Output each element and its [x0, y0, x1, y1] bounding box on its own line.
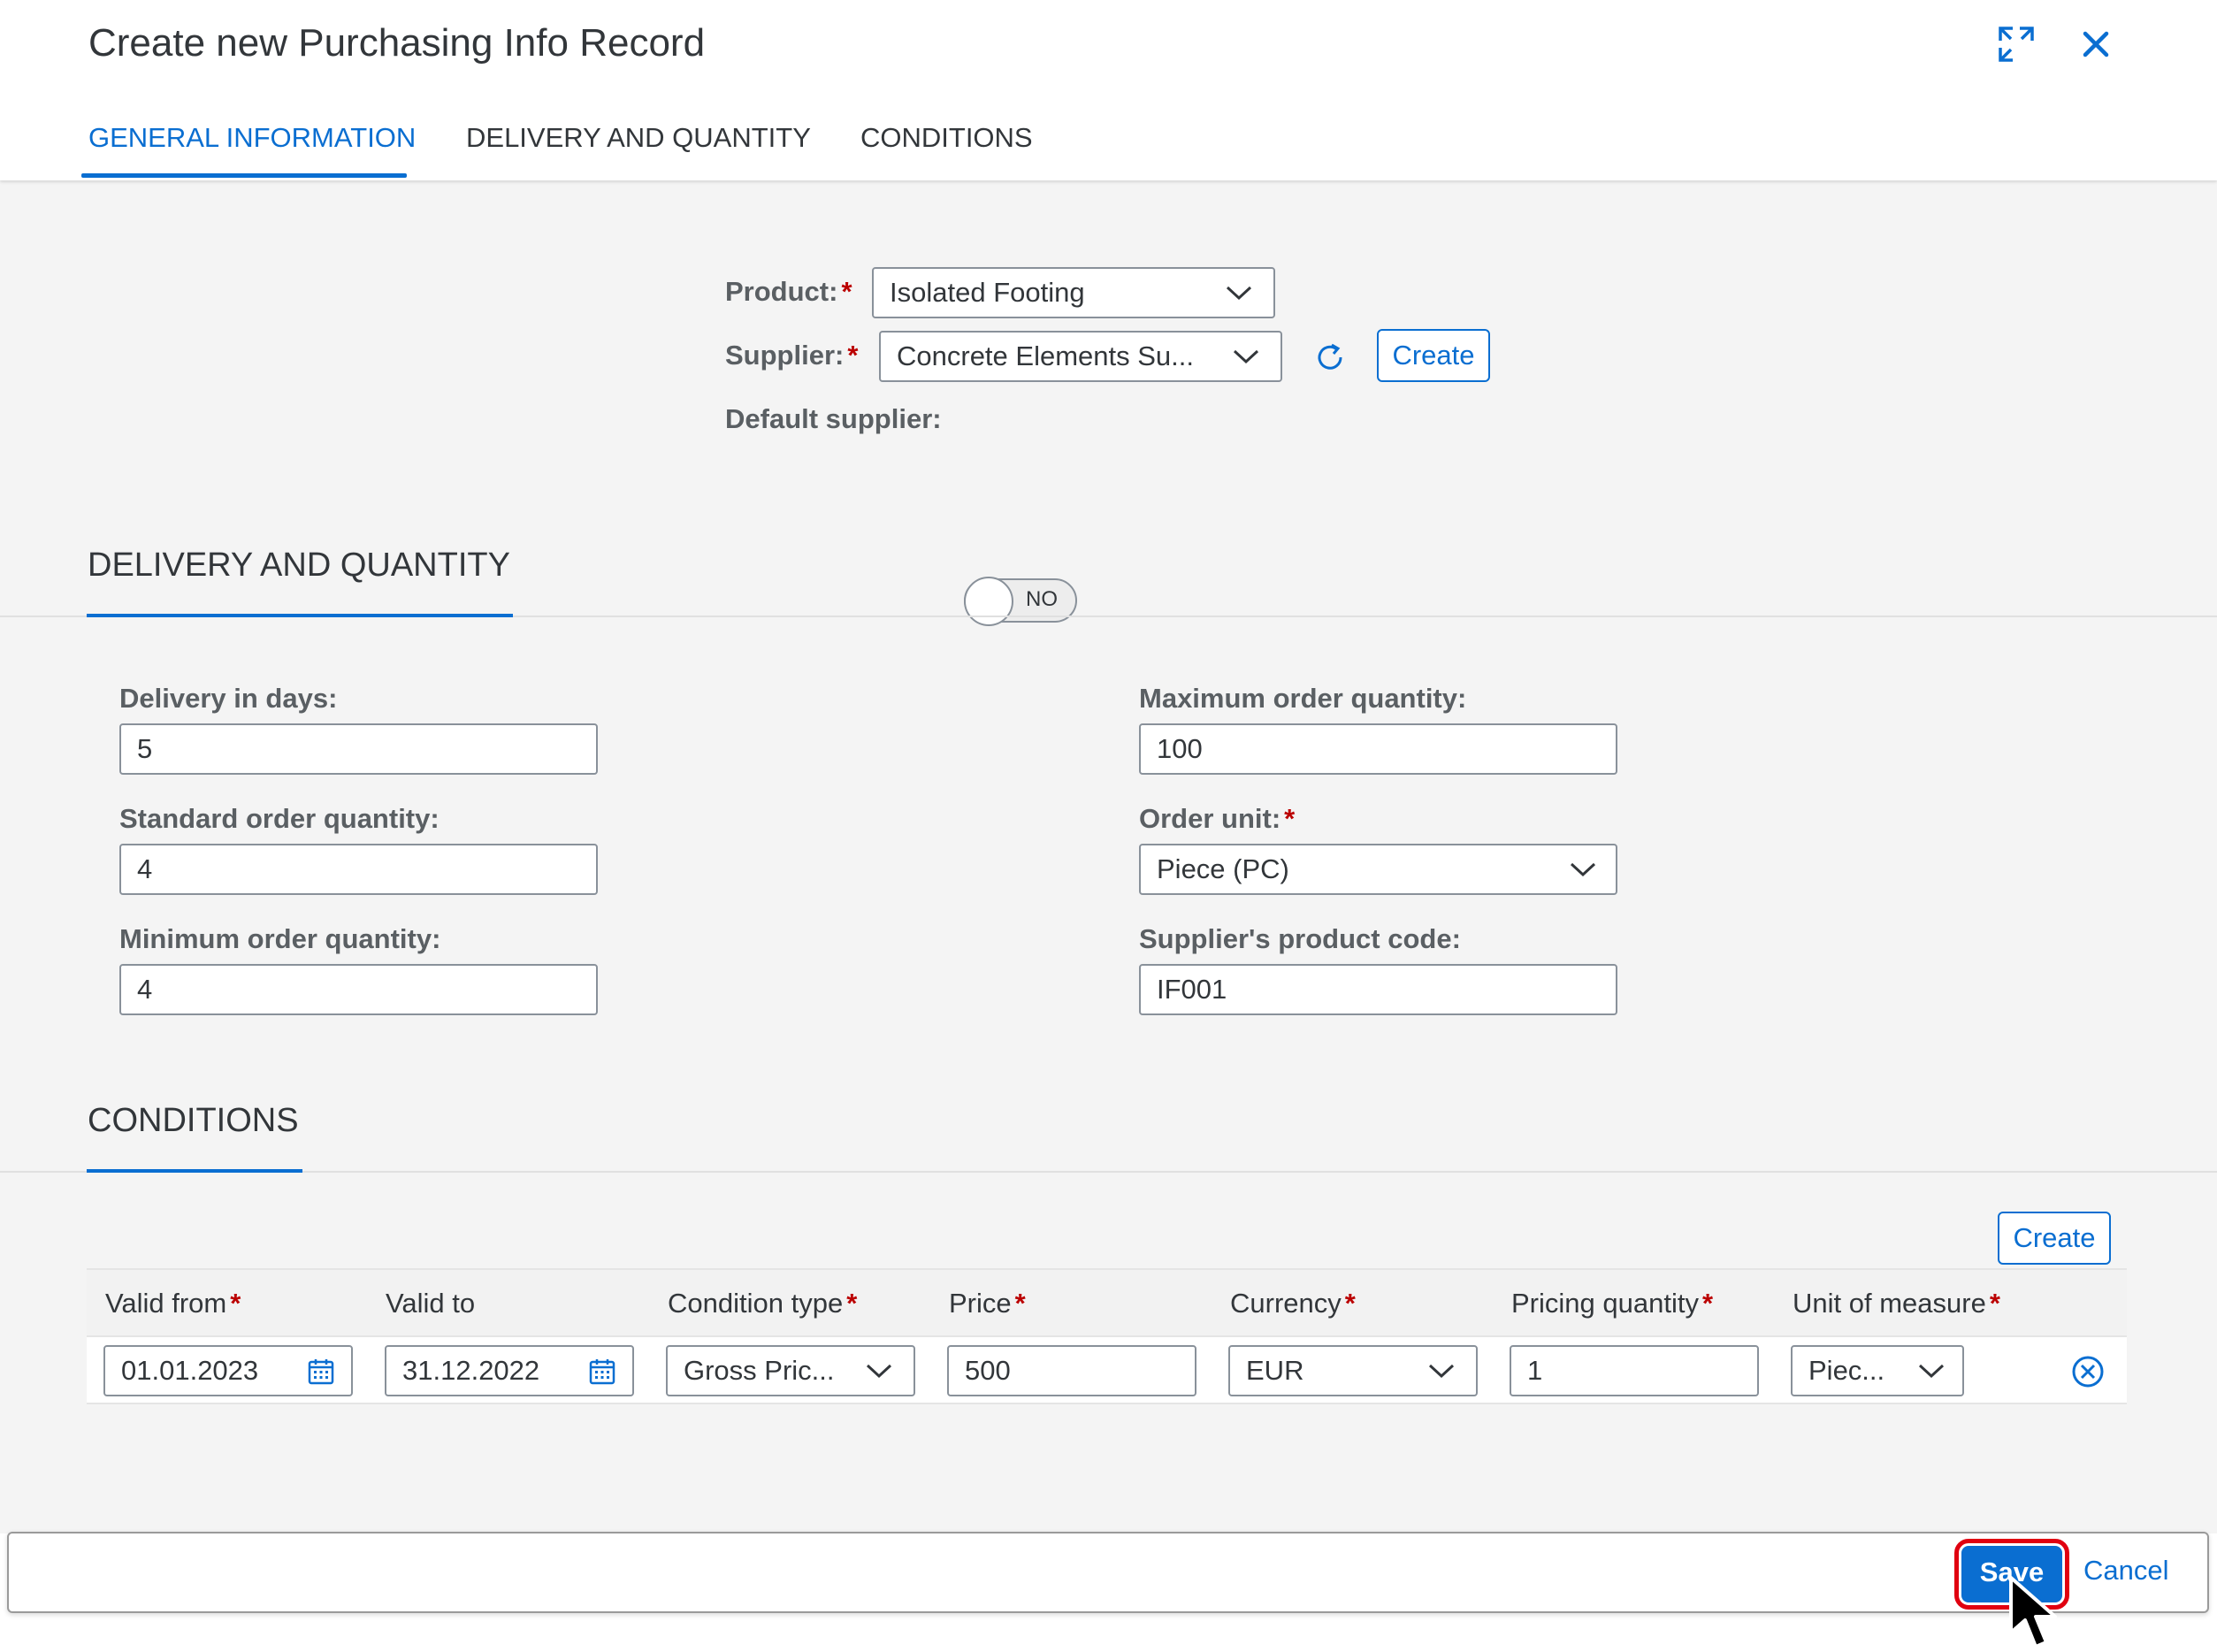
- standard-qty-label: Standard order quantity:: [119, 803, 440, 834]
- currency-select[interactable]: EUR: [1228, 1345, 1478, 1396]
- expand-icon[interactable]: [1995, 23, 2037, 65]
- column-valid-from: Valid from *: [105, 1288, 241, 1319]
- product-select[interactable]: Isolated Footing: [872, 267, 1275, 318]
- create-condition-button[interactable]: Create: [1998, 1212, 2111, 1265]
- tab-general-information[interactable]: GENERAL INFORMATION: [88, 122, 416, 154]
- chevron-down-icon: [1233, 349, 1259, 364]
- tab-delivery-and-quantity[interactable]: DELIVERY AND QUANTITY: [466, 122, 811, 154]
- close-icon[interactable]: [2075, 23, 2117, 65]
- condition-type-select[interactable]: Gross Pric...: [666, 1345, 915, 1396]
- order-unit-select[interactable]: Piece (PC): [1139, 844, 1617, 895]
- maximum-qty-label: Maximum order quantity:: [1139, 683, 1467, 714]
- supplier-code-input[interactable]: IF001: [1139, 964, 1617, 1015]
- dialog-footer: [7, 1532, 2209, 1613]
- chevron-down-icon: [866, 1364, 892, 1379]
- maximum-qty-input[interactable]: 100: [1139, 723, 1617, 775]
- dialog-title: Create new Purchasing Info Record: [88, 21, 706, 65]
- column-condition-type: Condition type *: [668, 1288, 858, 1319]
- minimum-qty-input[interactable]: 4: [119, 964, 598, 1015]
- toggle-knob: [964, 577, 1013, 626]
- tab-conditions[interactable]: CONDITIONS: [860, 122, 1033, 154]
- order-unit-label: Order unit: *: [1139, 803, 1296, 834]
- pricing-quantity-input[interactable]: 1: [1510, 1345, 1759, 1396]
- supplier-select[interactable]: Concrete Elements Su...: [879, 331, 1282, 382]
- column-pricing-quantity: Pricing quantity *: [1511, 1288, 1714, 1319]
- calendar-icon[interactable]: [307, 1358, 335, 1386]
- column-price: Price *: [949, 1288, 1026, 1319]
- delivery-section-title: DELIVERY AND QUANTITY: [88, 547, 510, 584]
- standard-qty-input[interactable]: 4: [119, 844, 598, 895]
- chevron-down-icon: [1428, 1364, 1455, 1379]
- cancel-button[interactable]: Cancel: [2083, 1555, 2169, 1587]
- supplier-code-label: Supplier's product code:: [1139, 923, 1461, 954]
- section-divider: [0, 1171, 2217, 1173]
- chevron-down-icon: [1918, 1364, 1945, 1379]
- refresh-icon[interactable]: [1312, 340, 1348, 375]
- unit-of-measure-select[interactable]: Piec...: [1791, 1345, 1964, 1396]
- product-label: Product: *: [725, 276, 852, 307]
- mouse-pointer-icon: [2009, 1576, 2057, 1648]
- supplier-label: Supplier: *: [725, 340, 859, 371]
- default-supplier-label: Default supplier:: [725, 403, 942, 434]
- section-underline: [87, 614, 513, 617]
- conditions-section-title: CONDITIONS: [88, 1102, 299, 1139]
- column-currency: Currency *: [1230, 1288, 1356, 1319]
- column-unit-of-measure: Unit of measure *: [1793, 1288, 2000, 1319]
- create-supplier-button[interactable]: Create: [1377, 329, 1490, 382]
- chevron-down-icon: [1570, 862, 1596, 877]
- column-valid-to: Valid to: [386, 1288, 476, 1319]
- table-row: 01.01.2023 31.12.2022 Gross Pric... 500 …: [87, 1337, 2127, 1404]
- active-tab-indicator: [81, 173, 407, 178]
- chevron-down-icon: [1226, 286, 1252, 301]
- conditions-table-header: Valid from * Valid to Condition type * Pri…: [87, 1268, 2127, 1337]
- minimum-qty-label: Minimum order quantity:: [119, 923, 441, 954]
- delivery-days-input[interactable]: 5: [119, 723, 598, 775]
- price-input[interactable]: 500: [947, 1345, 1196, 1396]
- dialog-header: Create new Purchasing Info Record GENERA…: [0, 0, 2217, 180]
- delete-row-icon[interactable]: [2071, 1355, 2105, 1388]
- calendar-icon[interactable]: [588, 1358, 616, 1386]
- delivery-days-label: Delivery in days:: [119, 683, 338, 714]
- valid-from-date-picker[interactable]: 01.01.2023: [103, 1345, 353, 1396]
- toggle-state: NO: [1026, 587, 1058, 611]
- section-underline: [87, 1169, 302, 1173]
- valid-to-date-picker[interactable]: 31.12.2022: [385, 1345, 634, 1396]
